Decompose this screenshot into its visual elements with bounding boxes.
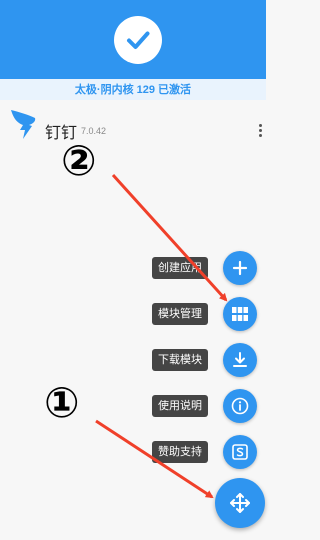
activation-header: [0, 0, 266, 79]
download-icon: [233, 352, 247, 367]
status-strip: 太极·阴内核 129 已激活: [0, 79, 266, 100]
sponsor-icon: [232, 444, 248, 460]
annotation-label-2: ②: [61, 136, 97, 185]
more-menu-icon[interactable]: [257, 122, 263, 142]
menu-label-download-module[interactable]: 下载模块: [152, 349, 208, 371]
download-module-button[interactable]: [223, 343, 257, 377]
app-version: 7.0.42: [81, 126, 107, 136]
module-manage-button[interactable]: [223, 297, 257, 331]
activation-status-text: 太极·阴内核 129 已激活: [74, 84, 192, 96]
main-fab-button[interactable]: [215, 478, 265, 528]
plus-icon: [232, 260, 248, 276]
check-circle: [114, 16, 162, 64]
menu-label-usage-guide[interactable]: 使用说明: [152, 395, 208, 417]
menu-label-create-app[interactable]: 创建应用: [152, 257, 208, 279]
info-icon: [231, 397, 249, 415]
app-row-dingtalk[interactable]: 钉钉 7.0.42: [0, 104, 266, 156]
check-icon: [127, 31, 150, 49]
usage-guide-button[interactable]: [223, 389, 257, 423]
grid-icon: [232, 307, 248, 321]
create-app-button[interactable]: [223, 251, 257, 285]
annotation-label-1: ①: [44, 378, 80, 427]
dingtalk-logo-icon: [11, 110, 36, 139]
annotation-arrow-2: [111, 173, 228, 302]
menu-label-module-manage[interactable]: 模块管理: [152, 303, 208, 325]
menu-label-sponsor[interactable]: 赞助支持: [152, 441, 208, 463]
sponsor-button[interactable]: [223, 435, 257, 469]
move-arrows-icon: [230, 493, 250, 513]
